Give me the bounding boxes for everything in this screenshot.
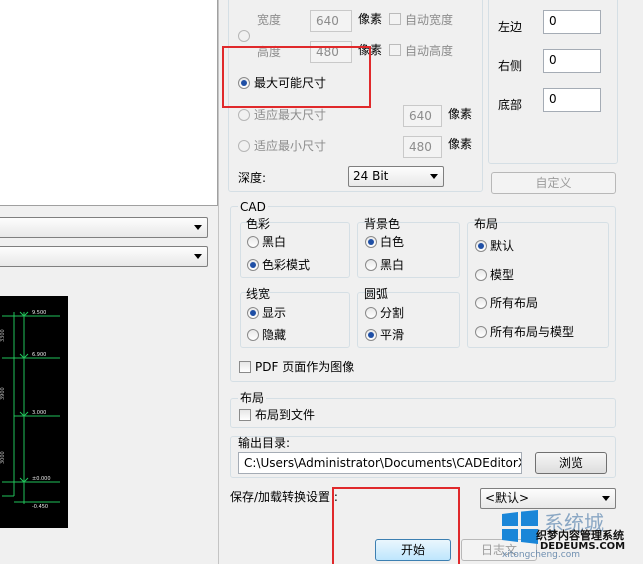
fit-min-size-radio[interactable] bbox=[238, 140, 250, 152]
highlight-box-start bbox=[332, 487, 460, 564]
color-mode-radio[interactable] bbox=[247, 259, 259, 271]
color-bw-label: 黑白 bbox=[262, 235, 287, 249]
pdf-as-image-checkbox[interactable] bbox=[239, 361, 251, 373]
svg-text:3900: 3900 bbox=[0, 387, 6, 400]
background-white-radio[interactable] bbox=[365, 236, 377, 248]
auto-height-checkbox[interactable] bbox=[389, 44, 401, 56]
output-label: 输出目录: bbox=[238, 436, 291, 450]
layout-model-label: 模型 bbox=[490, 268, 515, 282]
fit-max-unit: 像素 bbox=[448, 107, 473, 121]
chevron-down-icon bbox=[194, 225, 202, 230]
lineweight-show-label: 显示 bbox=[262, 306, 287, 320]
lineweight-show-radio[interactable] bbox=[247, 307, 259, 319]
lineweight-title: 线宽 bbox=[246, 287, 271, 301]
layout-model-radio[interactable] bbox=[475, 269, 487, 281]
auto-width-checkbox[interactable] bbox=[389, 13, 401, 25]
preview-label: 9.500 bbox=[32, 310, 46, 316]
output-path-input[interactable]: C:\Users\Administrator\Documents\CADEdit… bbox=[238, 452, 522, 474]
width-input[interactable]: 640 bbox=[310, 10, 352, 32]
left-dropdown-2[interactable] bbox=[0, 246, 208, 267]
color-mode-label: 色彩模式 bbox=[262, 258, 311, 272]
arc-smooth-label: 平滑 bbox=[380, 328, 405, 342]
margin-left-input[interactable]: 0 bbox=[543, 10, 601, 34]
margin-bottom-input[interactable]: 0 bbox=[543, 88, 601, 112]
cad-title: CAD bbox=[238, 200, 268, 214]
color-title: 色彩 bbox=[246, 217, 271, 231]
background-white-label: 白色 bbox=[380, 235, 405, 249]
background-bw-radio[interactable] bbox=[365, 259, 377, 271]
panel-divider bbox=[218, 0, 219, 564]
layout-default-label: 默认 bbox=[490, 239, 515, 253]
chevron-down-icon bbox=[194, 254, 202, 259]
width-unit: 像素 bbox=[358, 12, 383, 26]
margin-bottom-label: 底部 bbox=[498, 98, 523, 112]
chevron-down-icon bbox=[430, 174, 438, 179]
fit-min-size-label: 适应最小尺寸 bbox=[254, 139, 327, 153]
layout-all-layouts-radio[interactable] bbox=[475, 297, 487, 309]
layout-all-layouts-model-radio[interactable] bbox=[475, 326, 487, 338]
lineweight-hide-radio[interactable] bbox=[247, 329, 259, 341]
auto-height-label: 自动高度 bbox=[405, 44, 454, 58]
fit-min-unit: 像素 bbox=[448, 137, 473, 151]
width-label: 宽度 bbox=[257, 13, 282, 27]
layout-all-layouts-model-label: 所有布局与模型 bbox=[490, 325, 575, 339]
depth-label: 深度: bbox=[238, 171, 267, 185]
color-bw-radio[interactable] bbox=[247, 236, 259, 248]
preview-label: 6.900 bbox=[32, 352, 46, 358]
fit-max-size-label: 适应最大尺寸 bbox=[254, 108, 327, 122]
left-white-list[interactable] bbox=[0, 0, 218, 206]
fit-min-input[interactable]: 480 bbox=[403, 136, 442, 158]
browse-button[interactable]: 浏览 bbox=[535, 452, 607, 474]
preview-label: -0.450 bbox=[32, 504, 48, 510]
arc-split-label: 分割 bbox=[380, 306, 405, 320]
layout-to-file-label: 布局到文件 bbox=[255, 408, 316, 422]
arc-title: 圆弧 bbox=[364, 287, 389, 301]
background-title: 背景色 bbox=[364, 217, 401, 231]
depth-select[interactable]: 24 Bit bbox=[348, 166, 444, 187]
svg-text:3000: 3000 bbox=[0, 451, 6, 464]
layout-all-layouts-label: 所有布局 bbox=[490, 296, 539, 310]
layout-section-title: 布局 bbox=[238, 391, 267, 405]
watermark: 系统城 织梦内容管理系统 DEDEUMS.COM xitongcheng.com bbox=[484, 500, 643, 564]
preview-label: 3.000 bbox=[32, 410, 46, 416]
layout-to-file-checkbox[interactable] bbox=[239, 409, 251, 421]
highlight-box-max-size bbox=[222, 46, 371, 108]
save-settings-label: 保存/加载转换设置 : bbox=[230, 490, 338, 504]
pdf-as-image-label: PDF 页面作为图像 bbox=[255, 360, 355, 374]
layout-title: 布局 bbox=[474, 217, 499, 231]
margin-left-label: 左边 bbox=[498, 20, 523, 34]
windows-logo-icon bbox=[502, 510, 538, 544]
background-bw-label: 黑白 bbox=[380, 258, 405, 272]
left-dropdown-1[interactable] bbox=[0, 217, 208, 238]
lineweight-hide-label: 隐藏 bbox=[262, 328, 287, 342]
margin-right-input[interactable]: 0 bbox=[543, 49, 601, 73]
fit-max-input[interactable]: 640 bbox=[403, 105, 442, 127]
custom-size-radio[interactable] bbox=[238, 30, 250, 42]
custom-button[interactable]: 自定义 bbox=[491, 172, 616, 194]
arc-smooth-radio[interactable] bbox=[365, 329, 377, 341]
layout-default-radio[interactable] bbox=[475, 240, 487, 252]
svg-text:3300: 3300 bbox=[0, 329, 6, 342]
watermark-line4: xitongcheng.com bbox=[502, 550, 580, 560]
fit-max-size-radio[interactable] bbox=[238, 109, 250, 121]
preview-label: ±0.000 bbox=[32, 476, 51, 482]
auto-width-label: 自动宽度 bbox=[405, 13, 454, 27]
depth-select-value: 24 Bit bbox=[353, 169, 389, 183]
arc-split-radio[interactable] bbox=[365, 307, 377, 319]
cad-preview-drawing: 3300 3900 3000 9.500 6.900 3.000 ±0.000 … bbox=[0, 310, 60, 510]
cad-preview: 3300 3900 3000 9.500 6.900 3.000 ±0.000 … bbox=[0, 296, 68, 528]
margin-right-label: 右侧 bbox=[498, 59, 523, 73]
